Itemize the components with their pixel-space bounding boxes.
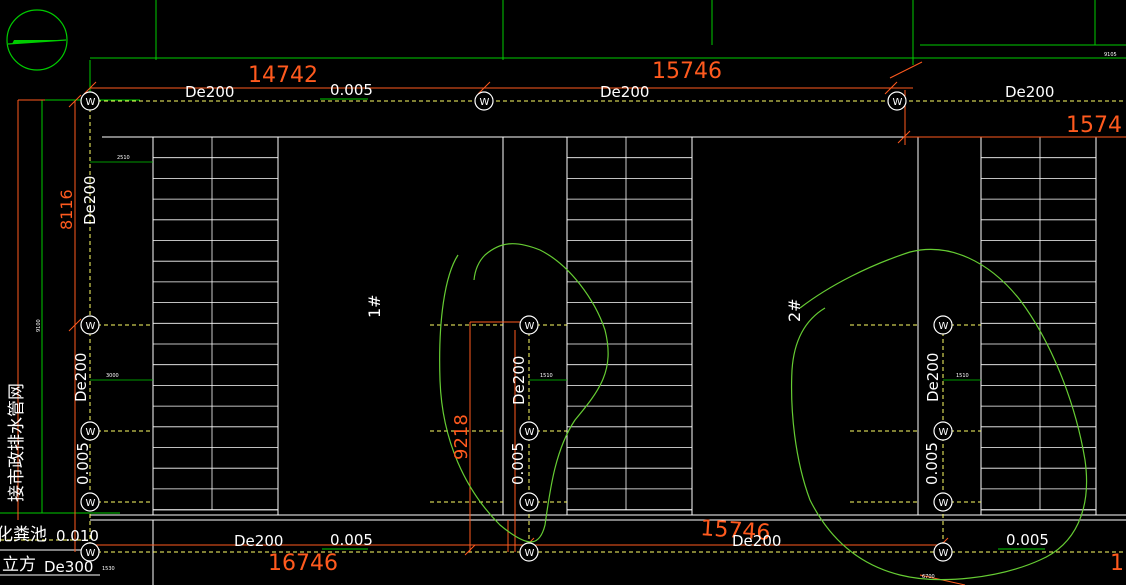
dim-bottom-left: 16746 <box>268 551 338 576</box>
manhole-label: W <box>86 97 96 108</box>
side-note-cube: 立方 <box>2 555 36 575</box>
pipe-label-right-vertical: De200 <box>924 353 942 402</box>
manhole-label: W <box>86 498 96 509</box>
slope-label-bottom-2: 0.005 <box>1006 531 1049 549</box>
building-label-2: 2# <box>785 298 804 322</box>
pipe-label-top-3: De200 <box>1005 83 1054 101</box>
manhole-icon: W <box>80 315 100 335</box>
manhole-icon: W <box>474 91 494 111</box>
manhole-label: W <box>939 321 949 332</box>
manhole-icon: W <box>519 542 539 562</box>
manhole-label: W <box>480 97 490 108</box>
pipe-label-mid-vertical: De200 <box>510 356 528 405</box>
stair-grid-3 <box>981 136 1096 511</box>
manhole-icon: W <box>519 421 539 441</box>
note-n7: 6700 <box>922 574 935 580</box>
manhole-icon: W <box>933 421 953 441</box>
slope-label-left-bottom: 0.010 <box>56 527 99 545</box>
building-label-1: 1# <box>365 294 384 318</box>
manhole-icon: W <box>519 492 539 512</box>
note-n5: 9100 <box>36 319 42 332</box>
pipe-label-bottom-2: De200 <box>732 532 781 550</box>
drain-pipes <box>0 100 1126 553</box>
note-n4: 1510 <box>956 373 969 379</box>
pipe-label-top-1: De200 <box>185 83 234 101</box>
manhole-icon: W <box>80 492 100 512</box>
manhole-icon: W <box>80 91 100 111</box>
note-n6: 1530 <box>102 566 115 572</box>
manhole-label: W <box>525 321 535 332</box>
side-note-vertical: 接市政排水管网 <box>7 383 27 502</box>
cad-drawing: W W WWWWWWWWWWWWW 14742 15746 1574 16746 1… <box>0 0 1126 585</box>
pipe-label-bottom-left: De300 <box>44 558 93 576</box>
pipe-label-left-vertical: De200 <box>81 176 99 225</box>
manhole-icon: W <box>887 91 907 111</box>
dim-bottom-right-edge: 1 <box>1110 551 1124 576</box>
slope-label-mid-vertical: 0.005 <box>509 442 527 485</box>
manhole-label: W <box>86 321 96 332</box>
manhole-icon: W <box>80 421 100 441</box>
building-outlines <box>0 136 1126 585</box>
dim-top-left: 14742 <box>248 63 318 88</box>
note-n1: 2510 <box>117 155 130 161</box>
manhole-label: W <box>893 97 903 108</box>
grid-lines <box>0 0 1126 514</box>
side-note-tank: 化粪池 <box>0 525 47 545</box>
manhole-label: W <box>525 427 535 438</box>
dim-top-mid: 15746 <box>652 59 722 84</box>
manhole-label: W <box>86 427 96 438</box>
manhole-label: W <box>525 548 535 559</box>
pipe-label-top-2: De200 <box>600 83 649 101</box>
pipe-label-bottom-1: De200 <box>234 532 283 550</box>
note-n2: 3000 <box>106 373 119 379</box>
pipe-label-left-vertical-2: De200 <box>72 353 90 402</box>
slope-label-bottom-1: 0.005 <box>330 531 373 549</box>
manhole-icon: W <box>933 542 953 562</box>
north-arrow-icon <box>6 9 68 71</box>
stair-grid-2 <box>567 136 692 511</box>
slope-label-right-vertical: 0.005 <box>923 442 941 485</box>
note-n8: 9105 <box>1104 52 1117 58</box>
manhole-icon: W <box>933 315 953 335</box>
stair-grid-1 <box>153 136 278 511</box>
slope-label-left-vertical: 0.005 <box>74 442 92 485</box>
leader-lines <box>90 161 981 381</box>
manhole-icon: W <box>519 315 539 335</box>
manhole-label: W <box>525 498 535 509</box>
dim-left-vertical: 8116 <box>57 189 76 230</box>
note-n3: 1510 <box>540 373 553 379</box>
manhole-label: W <box>939 548 949 559</box>
slope-label-top: 0.005 <box>330 81 373 99</box>
manhole-icon: W <box>933 492 953 512</box>
dim-mid-vertical: 9218 <box>451 414 472 460</box>
manhole-label: W <box>939 498 949 509</box>
manhole-label: W <box>939 427 949 438</box>
dim-top-right: 1574 <box>1066 113 1122 138</box>
